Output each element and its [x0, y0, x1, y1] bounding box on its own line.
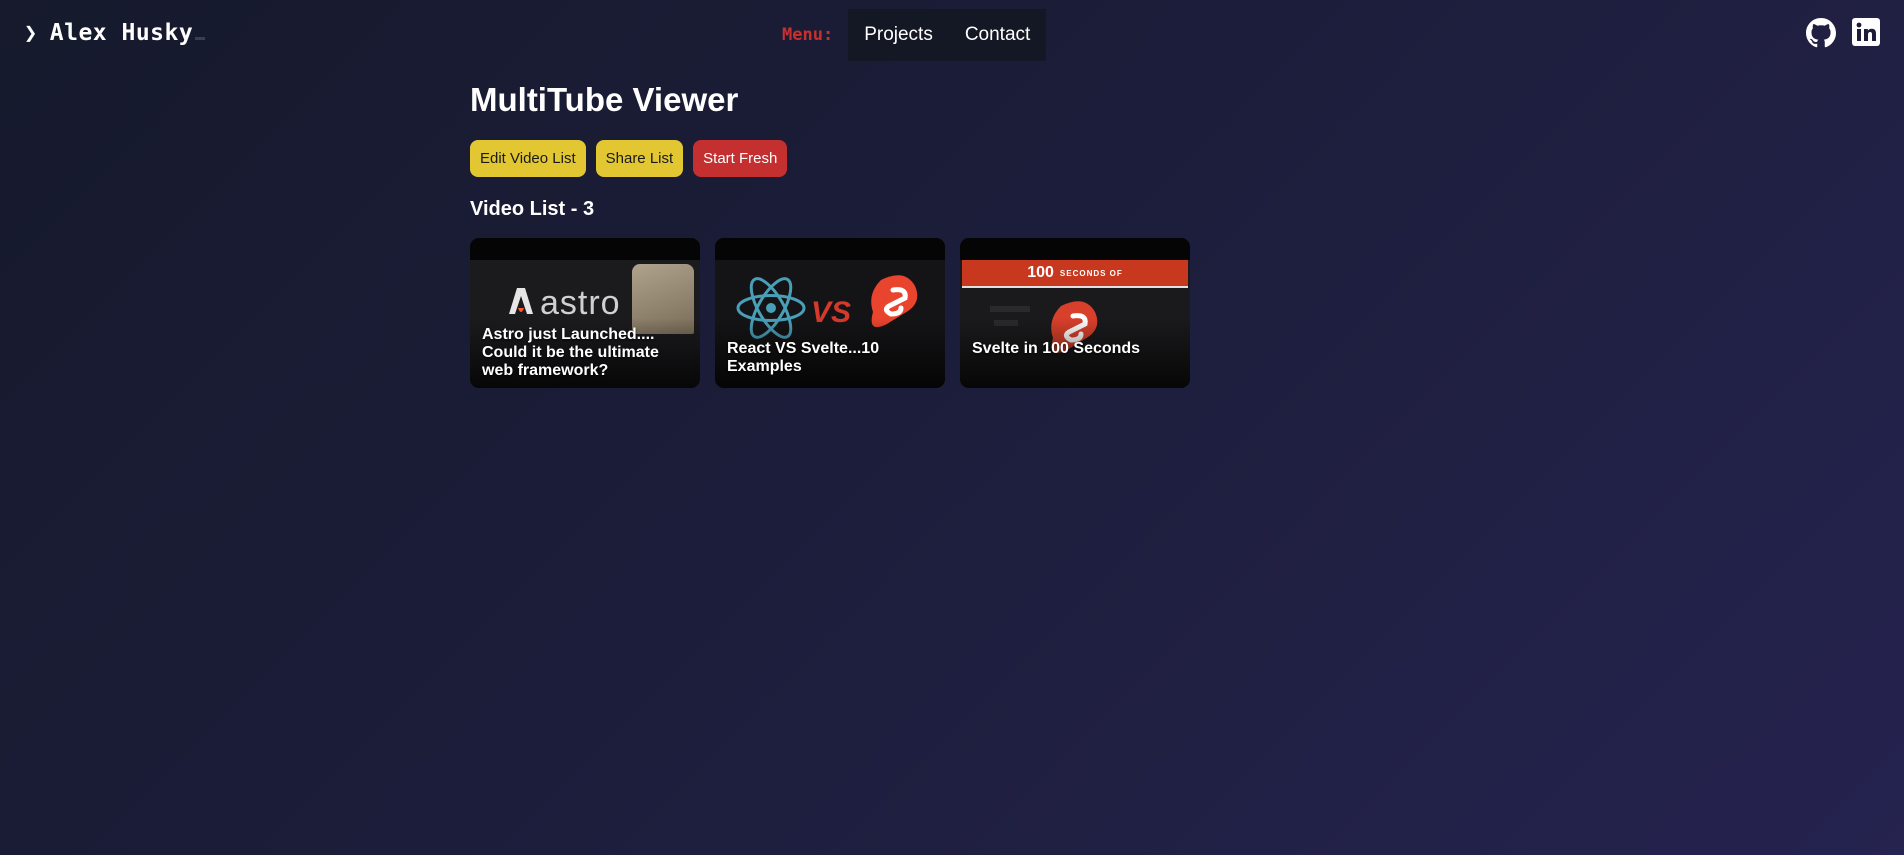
video-card[interactable]: astro Astro just Launched.... Could it b…: [470, 238, 700, 388]
nav-links: Projects Contact: [848, 9, 1047, 61]
share-list-button[interactable]: Share List: [595, 140, 684, 177]
cursor-blink: [195, 37, 206, 40]
action-buttons: Edit Video List Share List Start Fresh: [470, 140, 1190, 177]
logo-text: Alex Husky: [49, 20, 194, 46]
video-title: Astro just Launched.... Could it be the …: [482, 326, 659, 379]
linkedin-icon[interactable]: [1852, 18, 1880, 48]
main-nav: Menu: Projects Contact: [782, 9, 1047, 61]
video-card[interactable]: VS React VS Svelte...10 Examples: [715, 238, 945, 388]
nav-link-projects[interactable]: Projects: [848, 9, 949, 61]
video-list: astro Astro just Launched.... Could it b…: [470, 238, 1190, 388]
page-title: MultiTube Viewer: [470, 81, 739, 118]
start-fresh-button[interactable]: Start Fresh: [693, 140, 788, 177]
banner-number: 100: [1027, 264, 1054, 281]
thumbnail-banner: 100 SECONDS OF: [962, 260, 1188, 288]
video-card-topbar: [960, 238, 1190, 260]
menu-label: Menu:: [782, 25, 834, 45]
banner-subtext: SECONDS OF: [1059, 268, 1123, 278]
main-content: MultiTube Viewer Edit Video List Share L…: [470, 80, 1190, 388]
nav-link-contact[interactable]: Contact: [949, 9, 1046, 61]
site-logo[interactable]: ❯ Alex Husky: [24, 20, 206, 46]
github-icon[interactable]: [1806, 18, 1836, 48]
chevron-right-icon: ❯: [24, 20, 38, 46]
edit-video-list-button[interactable]: Edit Video List: [470, 140, 586, 177]
social-links: [1806, 18, 1880, 48]
video-list-heading: Video List - 3: [470, 198, 595, 220]
video-card[interactable]: 100 SECONDS OF Svelte in 100 Seconds: [960, 238, 1190, 388]
video-card-topbar: [470, 238, 700, 260]
video-card-topbar: [715, 238, 945, 260]
video-title: Svelte in 100 Seconds: [972, 340, 1141, 357]
astro-logo-icon: [509, 288, 533, 314]
video-title: React VS Svelte...10 Examples: [727, 340, 880, 375]
video-thumbnail: 100 SECONDS OF: [960, 260, 1190, 388]
